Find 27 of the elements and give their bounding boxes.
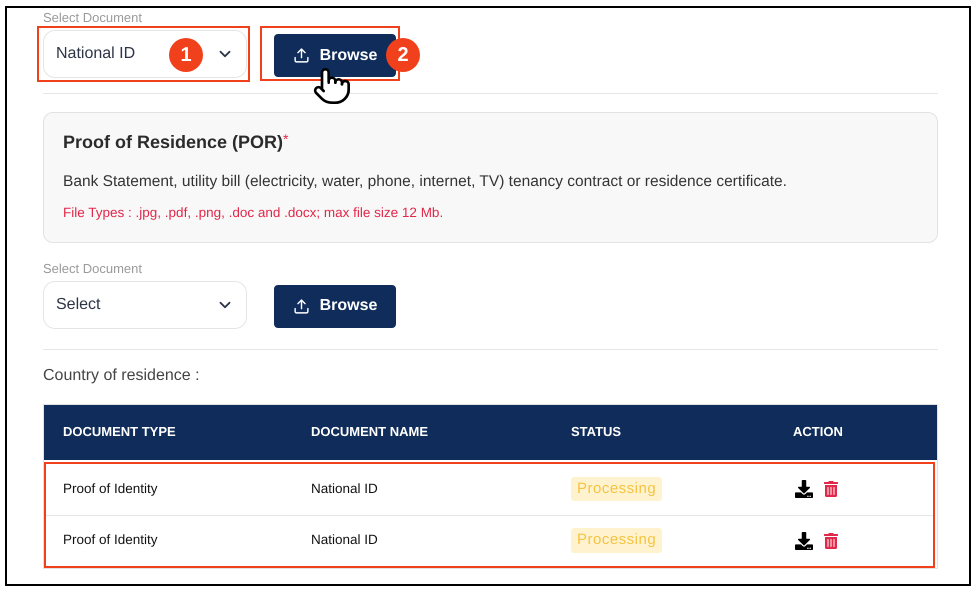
document-select[interactable]: Select	[43, 280, 247, 328]
table-cell-text: Proof of Identity	[63, 531, 159, 550]
table-cell-text: National ID	[311, 531, 379, 550]
field-label: Select Document	[43, 260, 143, 276]
file-types-note: File Types : .jpg, .pdf, .png, .doc and .docx; max file size 12 Mb.	[63, 204, 444, 222]
delete-icon[interactable]	[823, 481, 839, 497]
card-description: Bank Statement, utility bill (electricity, water, phone, internet, TV) tenancy contract or residence certificate.	[63, 172, 788, 192]
download-icon[interactable]	[795, 532, 813, 550]
browse-button[interactable]: Browse	[274, 284, 396, 328]
column-header: DOCUMENT NAME	[311, 423, 429, 442]
required-mark: *	[283, 130, 288, 149]
upload-icon	[292, 298, 310, 314]
table-cell-text: National ID	[311, 480, 379, 498]
table-cell-text: Proof of Identity	[63, 480, 159, 498]
upload-icon	[292, 47, 310, 64]
column-header: STATUS	[571, 423, 622, 442]
field-label: Select Document	[43, 10, 143, 26]
delete-icon[interactable]	[823, 532, 839, 548]
browse-button[interactable]: Browse	[274, 34, 396, 77]
column-header: ACTION	[793, 423, 844, 442]
card-title: Proof of Residence (POR)	[63, 131, 284, 154]
column-header: DOCUMENT TYPE	[63, 423, 177, 442]
status-badge: Processing	[571, 476, 662, 502]
step-number-badge: 2	[386, 38, 420, 72]
status-badge: Processing	[571, 528, 662, 553]
country-label: Country of residence :	[43, 366, 200, 384]
download-icon[interactable]	[795, 480, 813, 498]
